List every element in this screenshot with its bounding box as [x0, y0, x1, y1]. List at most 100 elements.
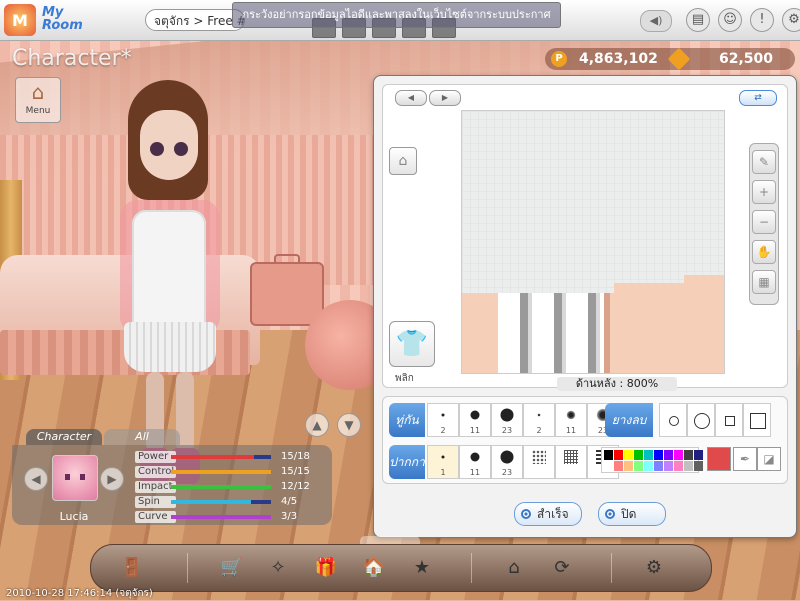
info-icon[interactable]: ! — [750, 8, 774, 32]
game-logo-icon[interactable]: M — [4, 4, 36, 36]
brush-size-option[interactable] — [555, 445, 587, 479]
brush-size-option[interactable]: 23 — [491, 445, 523, 479]
brush-sizes: 2 11 23 2 11 23 — [427, 403, 619, 437]
stat-label: Power — [135, 451, 176, 463]
hand-icon[interactable]: ✋ — [752, 240, 776, 264]
palette-color[interactable] — [634, 461, 643, 471]
canvas-shirt-edge — [604, 293, 610, 373]
zoom-in-icon[interactable]: + — [752, 180, 776, 204]
myroom-label: Room — [42, 18, 83, 33]
avatar — [52, 455, 98, 501]
next-page-button[interactable]: ▶ — [429, 90, 461, 106]
channel-selector[interactable]: จตุจักร > Free #1 — [145, 9, 245, 31]
prev-page-button[interactable]: ◀ — [395, 90, 427, 106]
close-label: ปิด — [621, 507, 637, 521]
shirt-preview-icon[interactable]: 👕 — [389, 321, 435, 367]
arrow-up-button[interactable]: ▲ — [305, 413, 329, 437]
gear-icon[interactable]: ⚙ — [782, 8, 800, 32]
eyedropper-icon[interactable]: ✒ — [733, 447, 757, 471]
pattern-icon — [532, 450, 546, 464]
fill-bucket-icon[interactable]: ◪ — [757, 447, 781, 471]
exit-door-icon[interactable]: 🚪 — [117, 553, 147, 583]
brush-size-option[interactable]: 11 — [555, 403, 587, 437]
save-button[interactable]: สำเร็จ — [514, 502, 582, 526]
home-tool-icon[interactable]: ⌂ — [389, 147, 417, 175]
shop-cart-icon[interactable]: 🛒 — [217, 553, 247, 583]
palette-color[interactable] — [614, 461, 623, 471]
palette-color[interactable] — [654, 461, 663, 471]
stat-bar-fill — [171, 500, 251, 504]
stat-value: 15/18 — [281, 451, 310, 462]
gift-icon[interactable]: 🎁 — [311, 553, 341, 583]
character-face — [140, 110, 198, 180]
eraser-small-circle[interactable] — [659, 403, 687, 437]
speaker-icon[interactable]: ◀) — [640, 10, 672, 32]
eraser-large-circle[interactable] — [687, 403, 715, 437]
palette-color[interactable] — [604, 461, 613, 471]
palette-color[interactable] — [634, 450, 643, 460]
notice-marquee: กระวังอย่ากรอกข้อมูลไอดีและพาสลงในเว็บไซ… — [232, 2, 561, 28]
brush-size-option[interactable]: 23 — [491, 403, 523, 437]
brush-size-option[interactable]: 11 — [459, 403, 491, 437]
close-button[interactable]: ปิด — [598, 502, 666, 526]
grid-icon[interactable]: ▦ — [752, 270, 776, 294]
star-icon[interactable]: ★ — [407, 553, 437, 583]
zoom-out-icon[interactable]: − — [752, 210, 776, 234]
character-tabs: Character All — [26, 429, 182, 445]
palette-color[interactable] — [694, 461, 703, 471]
palette-color[interactable] — [694, 450, 703, 460]
brush-size-option[interactable]: 11 — [459, 445, 491, 479]
brush-size-label: 23 — [501, 468, 513, 477]
palette-color[interactable] — [654, 450, 663, 460]
settings-panel-icon[interactable]: ⚙ — [639, 553, 669, 583]
home-nav-icon[interactable]: ⌂ — [499, 553, 529, 583]
palette-color[interactable] — [644, 461, 653, 471]
prev-character-button[interactable]: ◀ — [24, 467, 48, 491]
stat-label: Impact — [135, 481, 176, 493]
zoom-label: ด้านหลัง : 800% — [557, 377, 677, 391]
tab-all[interactable]: All — [104, 429, 180, 445]
settings-user-icon[interactable]: ☺ — [718, 8, 742, 32]
eraser-shapes — [659, 403, 771, 437]
menu-button[interactable]: ⌂ Menu — [15, 77, 61, 123]
drawing-canvas[interactable] — [461, 110, 725, 374]
book-icon[interactable]: ▤ — [686, 8, 710, 32]
palette-color[interactable] — [674, 461, 683, 471]
palette-color[interactable] — [604, 450, 613, 460]
stat-row: Curve 3/3 — [135, 511, 330, 524]
myroom-button[interactable]: My Room — [42, 6, 83, 32]
arrow-down-button[interactable]: ▼ — [337, 413, 361, 437]
house-icon[interactable]: 🏠 — [359, 553, 389, 583]
swap-icon[interactable]: ⇄ — [739, 90, 777, 106]
palette-color[interactable] — [614, 450, 623, 460]
stat-value: 3/3 — [281, 511, 298, 522]
palette-color[interactable] — [684, 461, 693, 471]
eraser-large-square[interactable] — [743, 403, 771, 437]
palette-color[interactable] — [624, 450, 633, 460]
pencil-icon[interactable]: ✎ — [752, 150, 776, 174]
refresh-icon[interactable]: ⟳ — [547, 553, 577, 583]
palette-color[interactable] — [664, 450, 673, 460]
palette-color[interactable] — [674, 450, 683, 460]
palette-color[interactable] — [644, 450, 653, 460]
current-color-swatch[interactable] — [707, 447, 731, 471]
stat-row: Power 15/18 — [135, 451, 330, 464]
eraser-small-square[interactable] — [715, 403, 743, 437]
brush-size-label: 11 — [565, 426, 577, 435]
brush-size-option[interactable]: 1 — [427, 445, 459, 479]
next-character-button[interactable]: ▶ — [100, 467, 124, 491]
brush-size-option[interactable]: 2 — [523, 403, 555, 437]
item-icon[interactable]: ✧ — [263, 553, 293, 583]
dock-separator — [187, 553, 188, 583]
stat-bar-fill — [171, 470, 271, 474]
suitcase — [250, 254, 324, 326]
palette-color[interactable] — [684, 450, 693, 460]
palette-color[interactable] — [624, 461, 633, 471]
tab-character[interactable]: Character — [26, 429, 102, 445]
brush-size-option[interactable] — [523, 445, 555, 479]
palette-color[interactable] — [664, 461, 673, 471]
stat-bar — [171, 515, 271, 519]
brush-size-option[interactable]: 2 — [427, 403, 459, 437]
stat-row: Impact 12/12 — [135, 481, 330, 494]
stat-label: Spin — [135, 496, 176, 508]
